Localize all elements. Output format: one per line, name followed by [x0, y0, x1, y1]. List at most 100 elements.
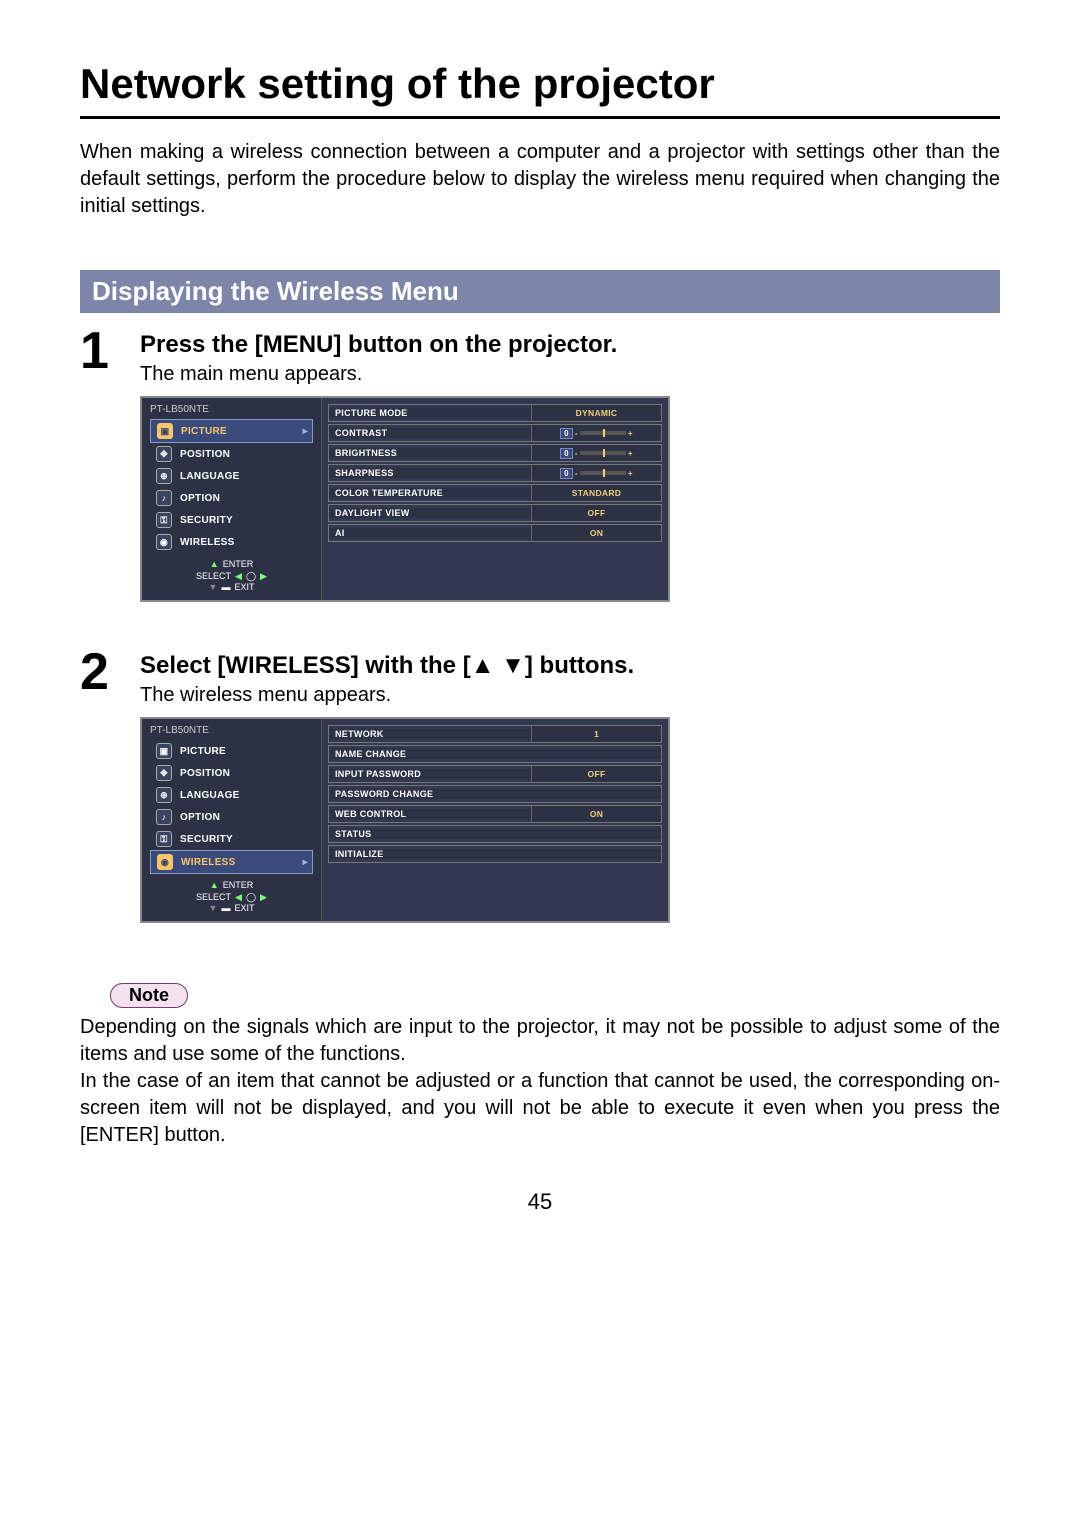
osd-item-label: OPTION [180, 812, 220, 823]
step-2-desc: The wireless menu appears. [140, 684, 1000, 707]
row-value: 0-+ [531, 465, 661, 481]
row-label: SHARPNESS [329, 468, 531, 478]
osd-item-label: OPTION [180, 493, 220, 504]
osd-item-label: LANGUAGE [180, 471, 240, 482]
osd-screenshot-1: PT-LB50NTE ▣ PICTURE ✥ POSITION ⊕ LANGUA… [140, 396, 670, 602]
osd-controls: ▲ENTER SELECT ◀◯▶ ▼ ▬ EXIT [146, 559, 317, 598]
language-icon: ⊕ [156, 468, 172, 484]
position-icon: ✥ [156, 446, 172, 462]
osd-item-label: PICTURE [180, 746, 226, 757]
osd-row: PASSWORD CHANGE [328, 785, 662, 803]
step-number: 1 [80, 325, 140, 377]
step-2-title: Select [WIRELESS] with the [▲ ▼] buttons… [140, 652, 1000, 680]
osd-item-label: SECURITY [180, 834, 233, 845]
row-value: ON [531, 806, 661, 822]
osd-left-position: ✥ POSITION [150, 762, 313, 784]
row-label: STATUS [329, 829, 661, 839]
osd-left-security: ⚿ SECURITY [150, 828, 313, 850]
row-label: DAYLIGHT VIEW [329, 508, 531, 518]
section-heading: Displaying the Wireless Menu [80, 270, 1000, 313]
option-icon: ♪ [156, 490, 172, 506]
osd-model: PT-LB50NTE [146, 723, 317, 740]
picture-icon: ▣ [156, 743, 172, 759]
osd-item-label: WIRELESS [181, 857, 236, 868]
osd-left-wireless: ◉ WIRELESS [150, 850, 313, 874]
osd-left-language: ⊕ LANGUAGE [150, 465, 313, 487]
row-value: OFF [531, 766, 661, 782]
intro-paragraph: When making a wireless connection betwee… [80, 139, 1000, 220]
note-text-2: In the case of an item that cannot be ad… [80, 1068, 1000, 1149]
step-2: 2 Select [WIRELESS] with the [▲ ▼] butto… [80, 652, 1000, 923]
note-text-1: Depending on the signals which are input… [80, 1014, 1000, 1068]
step-number: 2 [80, 646, 140, 698]
osd-screenshot-2: PT-LB50NTE ▣ PICTURE ✥ POSITION ⊕ LANGUA… [140, 717, 670, 923]
exit-label: EXIT [234, 582, 254, 594]
osd-left-security: ⚿ SECURITY [150, 509, 313, 531]
row-label: BRIGHTNESS [329, 448, 531, 458]
osd-left-language: ⊕ LANGUAGE [150, 784, 313, 806]
osd-row: COLOR TEMPERATURESTANDARD [328, 484, 662, 502]
security-icon: ⚿ [156, 512, 172, 528]
osd-item-label: LANGUAGE [180, 790, 240, 801]
wireless-icon: ◉ [157, 854, 173, 870]
osd-row: PICTURE MODEDYNAMIC [328, 404, 662, 422]
osd-row: INPUT PASSWORDOFF [328, 765, 662, 783]
osd-row: SHARPNESS0-+ [328, 464, 662, 482]
wireless-icon: ◉ [156, 534, 172, 550]
row-label: INITIALIZE [329, 849, 661, 859]
row-value: ON [531, 525, 661, 541]
osd-left-picture: ▣ PICTURE [150, 419, 313, 443]
osd-left-option: ♪ OPTION [150, 487, 313, 509]
option-icon: ♪ [156, 809, 172, 825]
osd-left-wireless: ◉ WIRELESS [150, 531, 313, 553]
row-label: PASSWORD CHANGE [329, 789, 661, 799]
security-icon: ⚿ [156, 831, 172, 847]
language-icon: ⊕ [156, 787, 172, 803]
select-label: SELECT [196, 571, 231, 583]
enter-label: ENTER [223, 559, 254, 571]
osd-right-panel: PICTURE MODEDYNAMIC CONTRAST0-+ BRIGHTNE… [322, 398, 668, 600]
row-label: INPUT PASSWORD [329, 769, 531, 779]
osd-item-label: WIRELESS [180, 537, 235, 548]
page-title: Network setting of the projector [80, 60, 1000, 119]
osd-model: PT-LB50NTE [146, 402, 317, 419]
row-value: DYNAMIC [531, 405, 661, 421]
osd-right-panel: NETWORK1 NAME CHANGE INPUT PASSWORDOFF P… [322, 719, 668, 921]
osd-row: BRIGHTNESS0-+ [328, 444, 662, 462]
osd-left-position: ✥ POSITION [150, 443, 313, 465]
select-label: SELECT [196, 892, 231, 904]
exit-label: EXIT [234, 903, 254, 915]
osd-row: DAYLIGHT VIEWOFF [328, 504, 662, 522]
osd-row: CONTRAST0-+ [328, 424, 662, 442]
row-value: OFF [531, 505, 661, 521]
osd-item-label: PICTURE [181, 426, 227, 437]
osd-left-picture: ▣ PICTURE [150, 740, 313, 762]
row-label: PICTURE MODE [329, 408, 531, 418]
osd-row: AION [328, 524, 662, 542]
osd-left-option: ♪ OPTION [150, 806, 313, 828]
row-value: 1 [531, 726, 661, 742]
osd-controls: ▲ENTER SELECT ◀◯▶ ▼ ▬ EXIT [146, 880, 317, 919]
picture-icon: ▣ [157, 423, 173, 439]
osd-row: WEB CONTROLON [328, 805, 662, 823]
osd-item-label: SECURITY [180, 515, 233, 526]
osd-row: NETWORK1 [328, 725, 662, 743]
position-icon: ✥ [156, 765, 172, 781]
page-number: 45 [80, 1189, 1000, 1215]
row-label: CONTRAST [329, 428, 531, 438]
note-badge: Note [110, 983, 188, 1008]
step-1-desc: The main menu appears. [140, 363, 1000, 386]
row-value: 0-+ [531, 425, 661, 441]
row-label: WEB CONTROL [329, 809, 531, 819]
osd-item-label: POSITION [180, 449, 230, 460]
row-label: COLOR TEMPERATURE [329, 488, 531, 498]
row-label: NAME CHANGE [329, 749, 661, 759]
enter-label: ENTER [223, 880, 254, 892]
osd-row: STATUS [328, 825, 662, 843]
osd-row: INITIALIZE [328, 845, 662, 863]
row-value: 0-+ [531, 445, 661, 461]
row-label: NETWORK [329, 729, 531, 739]
osd-item-label: POSITION [180, 768, 230, 779]
osd-row: NAME CHANGE [328, 745, 662, 763]
step-1-title: Press the [MENU] button on the projector… [140, 331, 1000, 359]
